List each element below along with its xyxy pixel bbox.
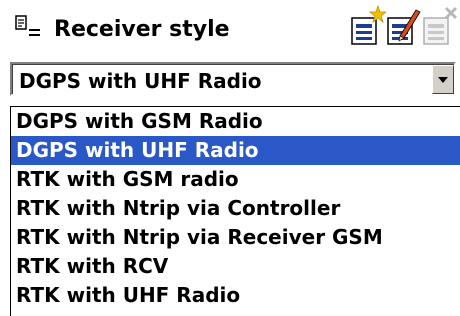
dropdown-option[interactable]: RTK with Ntrip via Receiver GSM bbox=[11, 223, 460, 252]
chevron-down-icon[interactable] bbox=[432, 65, 454, 94]
new-receiver-style-button[interactable] bbox=[346, 4, 386, 48]
edit-receiver-style-button[interactable] bbox=[382, 4, 422, 48]
receiver-style-label: Receiver style bbox=[54, 17, 230, 42]
delete-receiver-style-button[interactable] bbox=[418, 4, 458, 48]
edit-document-icon bbox=[387, 9, 421, 45]
dropdown-option[interactable]: RTK with RCV bbox=[11, 252, 460, 281]
dropdown-option[interactable]: RTK with UHF Radio bbox=[11, 281, 460, 310]
filter-list-icon bbox=[14, 14, 42, 42]
dropdown-option-selected[interactable]: DGPS with UHF Radio bbox=[11, 136, 460, 165]
new-document-icon bbox=[351, 4, 386, 45]
receiver-style-dropdown-list[interactable]: DGPS with GSM Radio DGPS with UHF Radio … bbox=[10, 106, 460, 316]
dropdown-option[interactable]: RTK with Ntrip via Controller bbox=[11, 194, 460, 223]
receiver-style-selected-value: DGPS with UHF Radio bbox=[19, 69, 262, 93]
delete-document-icon bbox=[423, 6, 458, 45]
receiver-style-select[interactable]: DGPS with UHF Radio bbox=[10, 62, 456, 96]
dropdown-option[interactable]: RTK with GSM radio bbox=[11, 165, 460, 194]
receiver-style-header: Receiver style bbox=[0, 0, 460, 58]
dropdown-option[interactable]: DGPS with GSM Radio bbox=[11, 107, 460, 136]
